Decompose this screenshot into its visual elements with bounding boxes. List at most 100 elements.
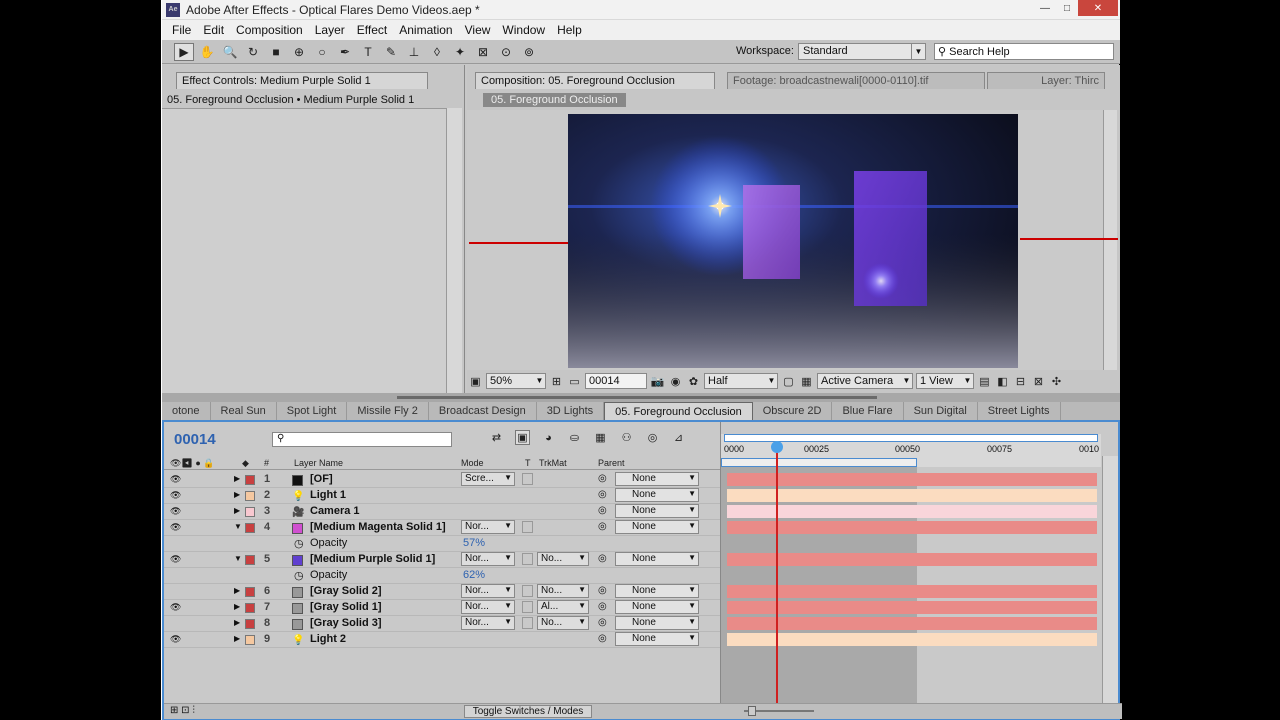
layer-name[interactable]: [OF]	[310, 473, 333, 485]
blend-mode-select[interactable]: Nor... ▼	[461, 600, 515, 614]
blend-mode-select[interactable]: Nor... ▼	[461, 584, 515, 598]
twirl-open-icon[interactable]: ▼	[234, 522, 242, 531]
pick-whip-icon[interactable]: ◎	[598, 633, 607, 644]
preview-toggle-icon[interactable]: ▣	[468, 374, 483, 389]
parent-select[interactable]: None ▼	[615, 504, 699, 518]
tab-comp-spot-light[interactable]: Spot Light	[277, 402, 348, 420]
menu-view[interactable]: View	[459, 23, 497, 37]
layer-duration-bar[interactable]	[727, 633, 1097, 646]
blend-mode-select[interactable]: Scre... ▼	[461, 472, 515, 486]
composition-viewer[interactable]	[568, 114, 1018, 368]
draft-3d-icon[interactable]: ▣	[515, 430, 530, 445]
menu-window[interactable]: Window	[496, 23, 551, 37]
pan-behind-tool-icon[interactable]: ⊕	[289, 43, 309, 61]
comp-flowchart-label[interactable]: 05. Foreground Occlusion	[483, 93, 626, 107]
toggle-switches-modes-button[interactable]: Toggle Switches / Modes	[464, 705, 592, 718]
layer-row[interactable]: 👁 ▶ 9 💡 Light 2 ◎ None ▼	[164, 632, 720, 648]
layer-row[interactable]: 👁 ▼ 4 [Medium Magenta Solid 1] Nor... ▼ ◎ None ▼	[164, 520, 720, 536]
frame-blending-icon[interactable]: ⛀	[567, 430, 582, 445]
parent-select[interactable]: None ▼	[615, 584, 699, 598]
snapshot-icon[interactable]: 📷	[650, 374, 665, 389]
layer-row[interactable]: ▶ 6 [Gray Solid 2] Nor... ▼ No... ▼ ◎ None ▼	[164, 584, 720, 600]
layer-duration-bar[interactable]	[727, 473, 1097, 486]
exposure-icon[interactable]: ✣	[1049, 374, 1064, 389]
eye-icon[interactable]: 👁	[170, 554, 181, 565]
minimize-button[interactable]: —	[1034, 0, 1056, 16]
twirl-closed-icon[interactable]: ▶	[234, 506, 240, 515]
close-button[interactable]: ✕	[1078, 0, 1118, 16]
layer-duration-bar[interactable]	[727, 617, 1097, 630]
property-value[interactable]: 57%	[463, 537, 485, 549]
menu-animation[interactable]: Animation	[393, 23, 458, 37]
pick-whip-icon[interactable]: ◎	[598, 553, 607, 564]
type-tool-icon[interactable]: T	[358, 43, 378, 61]
region-of-interest-icon[interactable]: ▢	[781, 374, 796, 389]
track-matte-select[interactable]: No... ▼	[537, 552, 589, 566]
menu-layer[interactable]: Layer	[309, 23, 351, 37]
rotation-tool-icon[interactable]: ↻	[243, 43, 263, 61]
motion-blur-icon[interactable]: ▦	[593, 430, 608, 445]
brush-tool-icon[interactable]: ✎	[381, 43, 401, 61]
preserve-transparency-checkbox[interactable]	[522, 585, 533, 597]
layer-name[interactable]: Camera 1	[310, 505, 360, 517]
tab-comp-otone[interactable]: otone	[162, 402, 211, 420]
twirl-closed-icon[interactable]: ▶	[234, 490, 240, 499]
layer-duration-bar[interactable]	[727, 489, 1097, 502]
workspace-select[interactable]: Standard ▼	[798, 43, 926, 60]
timeline-icon[interactable]: ⊟	[1013, 374, 1028, 389]
tab-comp-missile-fly-2[interactable]: Missile Fly 2	[347, 402, 429, 420]
auto-keyframe-icon[interactable]: ◎	[645, 430, 660, 445]
menu-edit[interactable]: Edit	[197, 23, 230, 37]
puppet-pin-icon[interactable]: ✦	[450, 43, 470, 61]
playhead-handle[interactable]	[771, 441, 783, 453]
layer-name[interactable]: [Medium Magenta Solid 1]	[310, 521, 446, 533]
tab-composition[interactable]: Composition: 05. Foreground Occlusion	[475, 72, 715, 89]
layer-name[interactable]: Light 2	[310, 633, 346, 645]
twirl-closed-icon[interactable]: ▶	[234, 602, 240, 611]
transparency-grid-icon[interactable]: ▦	[799, 374, 814, 389]
stopwatch-icon[interactable]: ◷	[294, 569, 304, 582]
label-color[interactable]	[245, 555, 255, 565]
property-value[interactable]: 62%	[463, 569, 485, 581]
zoom-tool-icon[interactable]: 🔍	[220, 43, 240, 61]
header-layer-name[interactable]: Layer Name	[294, 458, 343, 468]
track-matte-select[interactable]: No... ▼	[537, 616, 589, 630]
brainstorm-icon[interactable]: ⚇	[619, 430, 634, 445]
zoom-slider-handle[interactable]	[748, 706, 756, 716]
channel-icon[interactable]: ✿	[686, 374, 701, 389]
label-color[interactable]	[245, 619, 255, 629]
layer-name[interactable]: [Medium Purple Solid 1]	[310, 553, 435, 565]
axis-local-icon[interactable]: ⊙	[496, 43, 516, 61]
label-color[interactable]	[245, 635, 255, 645]
fast-previews-icon[interactable]: ◧	[995, 374, 1010, 389]
timeline-scrollbar[interactable]	[1102, 456, 1118, 703]
menu-file[interactable]: File	[166, 23, 197, 37]
tab-layer[interactable]: Layer: Thirc	[987, 72, 1105, 89]
parent-select[interactable]: None ▼	[615, 472, 699, 486]
pick-whip-icon[interactable]: ◎	[598, 585, 607, 596]
preserve-transparency-checkbox[interactable]	[522, 601, 533, 613]
footer-icons[interactable]: ⊞ ⊡ ⫶	[170, 705, 195, 716]
parent-select[interactable]: None ▼	[615, 616, 699, 630]
label-color[interactable]	[245, 523, 255, 533]
pick-whip-icon[interactable]: ◎	[598, 521, 607, 532]
blend-mode-select[interactable]: Nor... ▼	[461, 616, 515, 630]
layer-duration-bar[interactable]	[727, 521, 1097, 534]
layer-row[interactable]: 👁 ▼ 5 [Medium Purple Solid 1] Nor... ▼ No... ▼ ◎…	[164, 552, 720, 568]
property-row[interactable]: ◷ Opacity 62%	[164, 568, 720, 584]
tab-comp-obscure-2d[interactable]: Obscure 2D	[753, 402, 833, 420]
maximize-button[interactable]: □	[1056, 0, 1078, 16]
eye-icon[interactable]: 👁	[170, 506, 181, 517]
timeline-timecode[interactable]: 00014	[174, 431, 216, 448]
track-matte-select[interactable]: No... ▼	[537, 584, 589, 598]
preserve-transparency-checkbox[interactable]	[522, 521, 533, 533]
camera-select[interactable]: Active Camera ▼	[817, 373, 913, 389]
property-row[interactable]: ◷ Opacity 57%	[164, 536, 720, 552]
blend-mode-select[interactable]: Nor... ▼	[461, 520, 515, 534]
layer-row[interactable]: ▶ 8 [Gray Solid 3] Nor... ▼ No... ▼ ◎ None ▼	[164, 616, 720, 632]
camera-tool-icon[interactable]: ■	[266, 43, 286, 61]
graph-editor-icon[interactable]: ⊿	[671, 430, 686, 445]
twirl-open-icon[interactable]: ▼	[234, 554, 242, 563]
hand-tool-icon[interactable]: ✋	[197, 43, 217, 61]
eye-icon[interactable]: 👁	[170, 522, 181, 533]
